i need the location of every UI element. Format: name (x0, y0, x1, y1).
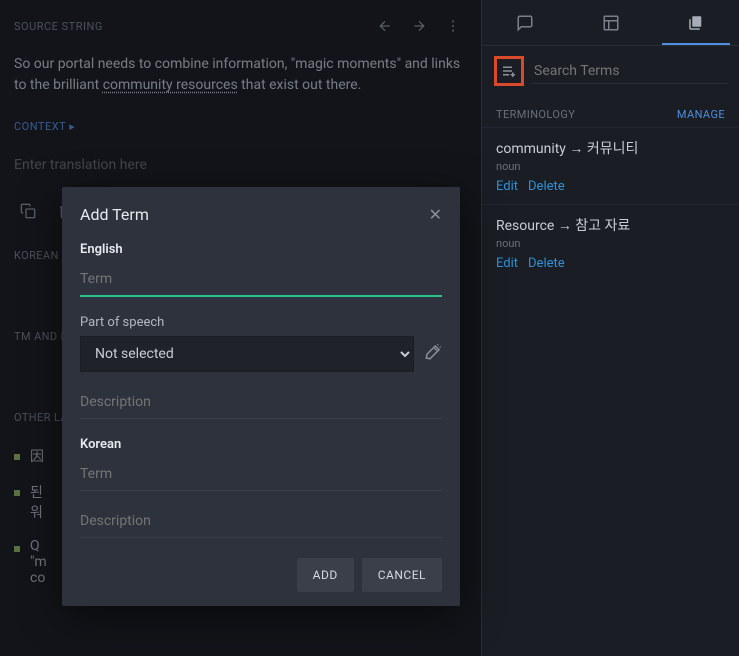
term-pos: noun (496, 237, 725, 250)
manage-link[interactable]: MANAGE (677, 108, 725, 121)
term-pos: noun (496, 160, 725, 173)
add-term-modal: Add Term ✕ English Part of speech Not se… (62, 187, 460, 606)
edit-link[interactable]: Edit (496, 256, 518, 271)
delete-link[interactable]: Delete (528, 256, 565, 271)
add-button[interactable]: ADD (297, 558, 354, 592)
term-text: community → 커뮤니티 (496, 138, 725, 158)
delete-link[interactable]: Delete (528, 179, 565, 194)
english-desc-input[interactable] (80, 390, 442, 419)
add-term-icon[interactable] (494, 56, 524, 86)
close-icon[interactable]: ✕ (429, 205, 442, 224)
search-input[interactable] (532, 59, 727, 84)
korean-label: Korean (80, 437, 442, 452)
korean-term-input[interactable] (80, 462, 442, 491)
korean-desc-input[interactable] (80, 509, 442, 538)
term-entry: community → 커뮤니티 noun Edit Delete (482, 127, 739, 204)
tab-comments[interactable] (482, 0, 568, 45)
modal-title: Add Term (80, 205, 149, 224)
english-term-input[interactable] (80, 267, 442, 297)
sidebar: TERMINOLOGY MANAGE community → 커뮤니티 noun… (481, 0, 739, 656)
tab-reference[interactable] (568, 0, 654, 45)
term-text: Resource → 참고 자료 (496, 215, 725, 235)
pos-select[interactable]: Not selected (80, 336, 414, 372)
tab-terminology[interactable] (653, 0, 739, 45)
wand-icon[interactable] (424, 343, 442, 365)
pos-label: Part of speech (80, 315, 442, 330)
term-entry: Resource → 참고 자료 noun Edit Delete (482, 204, 739, 281)
edit-link[interactable]: Edit (496, 179, 518, 194)
english-label: English (80, 242, 442, 257)
terminology-label: TERMINOLOGY (496, 108, 575, 121)
cancel-button[interactable]: CANCEL (362, 558, 442, 592)
